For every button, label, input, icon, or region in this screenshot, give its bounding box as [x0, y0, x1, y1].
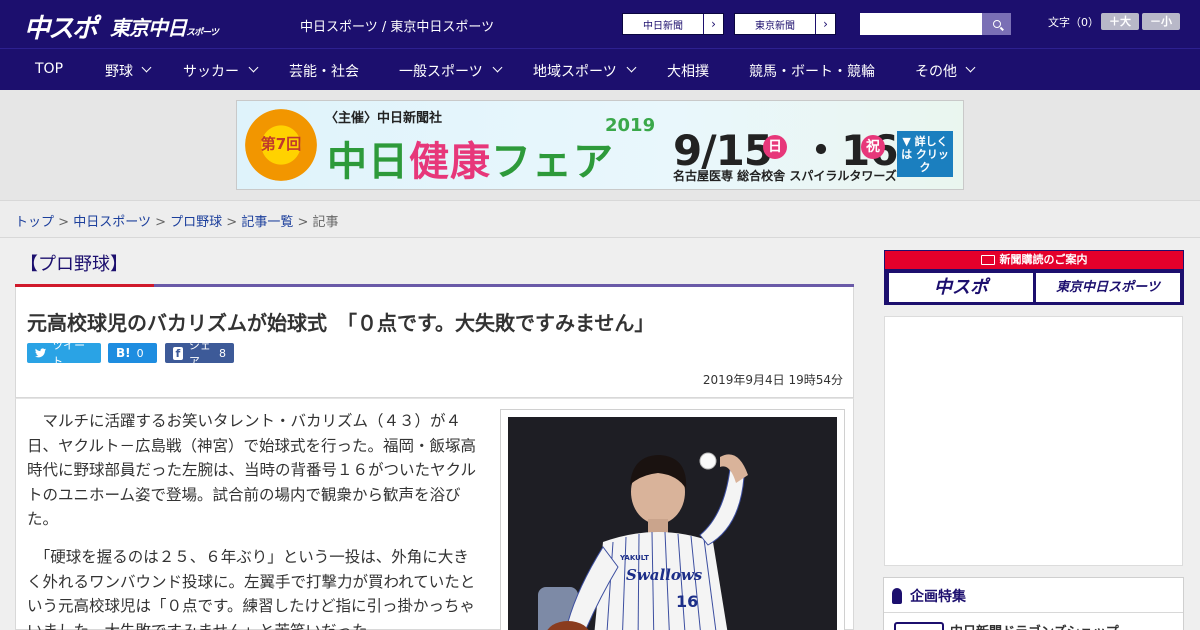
article-title: 元高校球児のバカリズムが始球式 「０点です。大失敗ですみません」: [27, 311, 655, 335]
nav-item-baseball[interactable]: 野球: [105, 61, 133, 81]
nav-item-entertainment[interactable]: 芸能・社会: [289, 61, 359, 81]
feature-section: 企画特集 中日新聞ドラゴンズショップ: [883, 577, 1184, 630]
pitcher-photo-illustration: YAKULT Swallows 16: [508, 417, 837, 630]
feature-title: 企画特集: [910, 589, 966, 605]
tokyo-logo-sub: スポーツ: [186, 28, 219, 38]
dragons-shop-icon: [894, 622, 944, 630]
chevron-down-icon: [248, 62, 259, 73]
nav-item-top[interactable]: TOP: [35, 61, 63, 77]
breadcrumb: トップ > 中日スポーツ > プロ野球 > 記事一覧 > 記事: [15, 211, 339, 230]
banner-host: 〈主催〉中日新聞社: [325, 111, 443, 126]
article-photo-frame: YAKULT Swallows 16: [500, 409, 845, 630]
subscription-title-text: 新聞購読のご案内: [999, 253, 1088, 266]
facebook-share-button[interactable]: f シェア 8: [165, 339, 234, 368]
site-label: 中日スポーツ / 東京中日スポーツ: [300, 20, 495, 35]
chevron-right-icon: ›: [815, 14, 835, 34]
main-nav: TOP 野球 サッカー 芸能・社会 一般スポーツ 地域スポーツ 大相撲 競馬・ボ…: [0, 48, 1200, 90]
site-header: 中スポ 東京中日スポーツ 中日スポーツ / 東京中日スポーツ 中日新聞 › 東京…: [0, 0, 1200, 48]
font-size-label: 文字（0）: [1048, 16, 1099, 29]
health-fair-ad-banner[interactable]: 第7回 〈主催〉中日新聞社 中日健康フェア 2019 9/15 ・16 日 祝 名…: [236, 100, 964, 190]
breadcrumb-top[interactable]: トップ: [15, 215, 54, 230]
search-button[interactable]: [982, 13, 1011, 35]
chevron-down-icon: [965, 62, 976, 73]
banner-venue: 名古屋医専 総合校舎 スパイラルタワーズ: [673, 169, 897, 183]
tokyo-shimbun-link[interactable]: 東京新聞 ›: [734, 13, 836, 35]
article-body: マルチに活躍するお笑いタレント・バカリズム（４３）が４日、ヤクルト－広島戦（神宮…: [15, 398, 854, 630]
breadcrumb-pro-baseball[interactable]: プロ野球: [170, 215, 222, 230]
feature-item-dragons-shop[interactable]: 中日新聞ドラゴンズショップ: [950, 621, 1119, 630]
banner-day-holiday: 祝: [861, 135, 885, 159]
subscribe-chuspo-button[interactable]: 中スポ: [889, 273, 1033, 302]
chuspo-logo[interactable]: 中スポ: [24, 8, 98, 45]
nav-item-other[interactable]: その他: [915, 61, 957, 81]
tweet-label: ツイート: [52, 339, 86, 368]
banner-cta-button[interactable]: ▼ 詳しくは クリック: [897, 131, 953, 177]
jersey-number: 16: [676, 592, 698, 611]
breadcrumb-separator: >: [58, 215, 70, 230]
paper-link-label: 中日新聞: [643, 20, 683, 32]
hatena-count: 0: [136, 346, 144, 360]
ribbon-icon: [892, 588, 902, 604]
sidebar-ad-slot[interactable]: [884, 316, 1183, 566]
chevron-down-icon: [141, 62, 152, 73]
breadcrumb-current: 記事: [312, 215, 339, 230]
chevron-down-icon: [626, 62, 637, 73]
chevron-down-icon: [492, 62, 503, 73]
feature-divider: [884, 612, 1183, 613]
search-input[interactable]: [860, 13, 982, 35]
nav-item-general-sports[interactable]: 一般スポーツ: [399, 61, 483, 81]
tokyo-logo-text: 東京中日: [110, 16, 187, 40]
newspaper-icon: [980, 255, 995, 265]
section-title: 【プロ野球】: [20, 254, 128, 275]
feature-heading: 企画特集: [892, 586, 966, 606]
article-paragraph: マルチに活躍するお笑いタレント・バカリズム（４３）が４日、ヤクルト－広島戦（神宮…: [27, 412, 477, 528]
breadcrumb-article-list[interactable]: 記事一覧: [241, 215, 293, 230]
subscription-ad[interactable]: 新聞購読のご案内 中スポ 東京中日スポーツ: [884, 250, 1184, 305]
article-header: 元高校球児のバカリズムが始球式 「０点です。大失敗ですみません」 ツイート B!…: [15, 287, 854, 398]
jersey-text: Swallows: [626, 566, 703, 584]
banner-title: 中日健康フェア: [327, 129, 614, 187]
search-icon: [992, 20, 1001, 28]
nav-item-local-sports[interactable]: 地域スポーツ: [533, 61, 617, 81]
article-paragraph: 「硬球を握るのは２５、６年ぶり」という一投は、外角に大きく外れるワンバウンド投球…: [27, 548, 476, 630]
breadcrumb-separator: >: [155, 215, 166, 230]
twitter-bird-icon: [35, 348, 47, 358]
nav-item-sumo[interactable]: 大相撲: [667, 61, 709, 81]
breadcrumb-separator: >: [297, 215, 309, 230]
banner-day-sunday: 日: [763, 135, 787, 159]
subscribe-tokyo-chunichi-button[interactable]: 東京中日スポーツ: [1036, 273, 1180, 302]
font-larger-button[interactable]: ＋大: [1101, 13, 1139, 30]
article-photo[interactable]: YAKULT Swallows 16: [508, 417, 837, 630]
tokyo-chunichi-logo[interactable]: 東京中日スポーツ: [110, 12, 219, 41]
facebook-icon: f: [173, 346, 183, 360]
banner-area: 第7回 〈主催〉中日新聞社 中日健康フェア 2019 9/15 ・16 日 祝 名…: [0, 90, 1200, 200]
tweet-button[interactable]: ツイート: [27, 339, 101, 368]
paper-link-label: 東京新聞: [755, 20, 795, 32]
article-date: 2019年9月4日 19時54分: [702, 373, 843, 387]
jersey-logo: YAKULT: [619, 554, 649, 562]
banner-year: 2019: [605, 115, 656, 136]
banner-title-b: 健康: [409, 139, 491, 185]
subscription-title: 新聞購読のご案内: [885, 251, 1183, 269]
breadcrumb-separator: >: [226, 215, 238, 230]
font-smaller-button[interactable]: －小: [1142, 13, 1180, 30]
banner-title-c: フェア: [491, 139, 614, 185]
flower-badge-icon: 第7回: [245, 109, 317, 181]
banner-badge: 第7回: [260, 135, 302, 153]
nav-item-racing[interactable]: 競馬・ボート・競輪: [749, 61, 875, 81]
hatena-icon: B!: [116, 346, 131, 360]
facebook-share-count: 8: [219, 346, 226, 360]
chevron-right-icon: ›: [703, 14, 723, 34]
facebook-share-label: シェア: [188, 339, 211, 368]
breadcrumb-bar: トップ > 中日スポーツ > プロ野球 > 記事一覧 > 記事: [0, 200, 1200, 238]
nav-item-soccer[interactable]: サッカー: [183, 61, 239, 81]
chunichi-shimbun-link[interactable]: 中日新聞 ›: [622, 13, 724, 35]
hatena-bookmark-button[interactable]: B! 0: [108, 343, 157, 363]
banner-title-a: 中日: [327, 139, 409, 185]
breadcrumb-chunichi-sports[interactable]: 中日スポーツ: [73, 215, 151, 230]
